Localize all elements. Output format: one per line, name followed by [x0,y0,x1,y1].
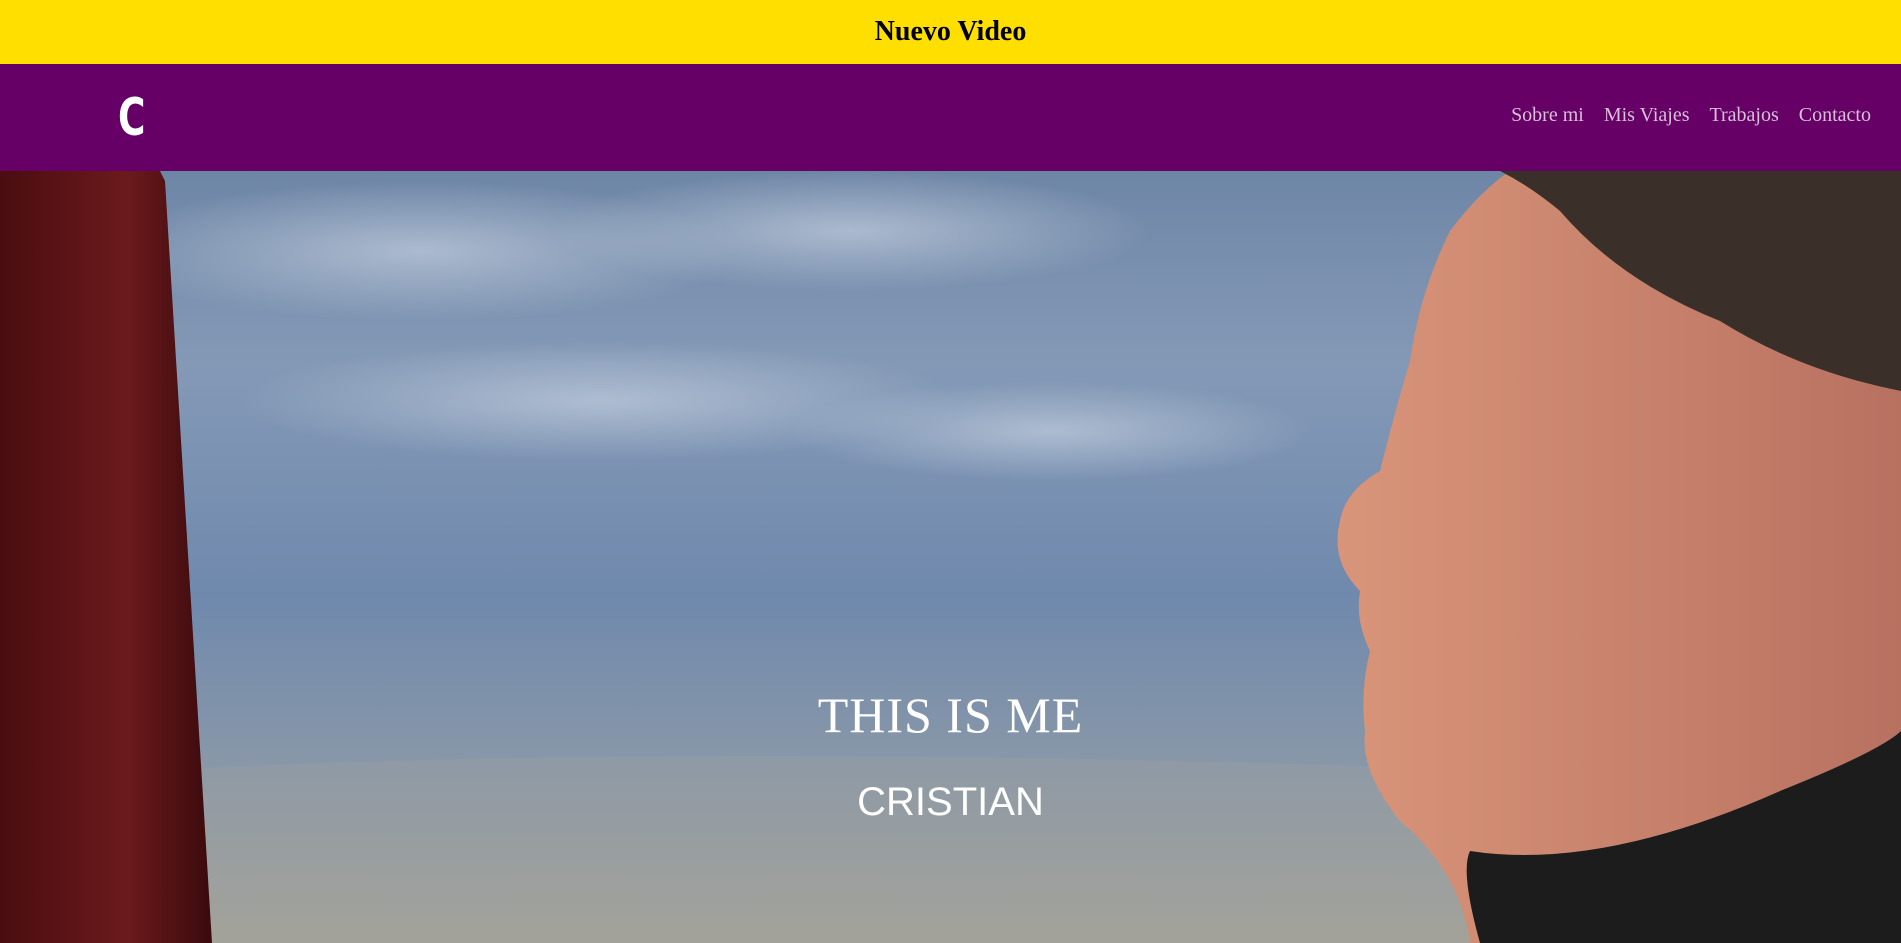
new-video-link[interactable]: Nuevo Video [875,16,1027,48]
hero-subtitle: CRISTIAN [857,780,1044,824]
nav-link-trabajos[interactable]: Trabajos [1710,104,1779,127]
hero-section: THIS IS ME CRISTIAN [0,171,1901,943]
hero-background-image [0,171,1901,943]
nav-link-sobre-mi[interactable]: Sobre mi [1511,104,1584,127]
navbar: C Sobre mi Mis Viajes Trabajos Contacto [0,64,1901,171]
site-logo[interactable]: C [118,88,145,148]
hero-title: THIS IS ME [817,687,1084,743]
announcement-bar: Nuevo Video [0,0,1901,64]
nav-links: Sobre mi Mis Viajes Trabajos Contacto [1511,104,1871,127]
nav-link-mis-viajes[interactable]: Mis Viajes [1604,104,1690,127]
nav-link-contacto[interactable]: Contacto [1799,104,1871,127]
